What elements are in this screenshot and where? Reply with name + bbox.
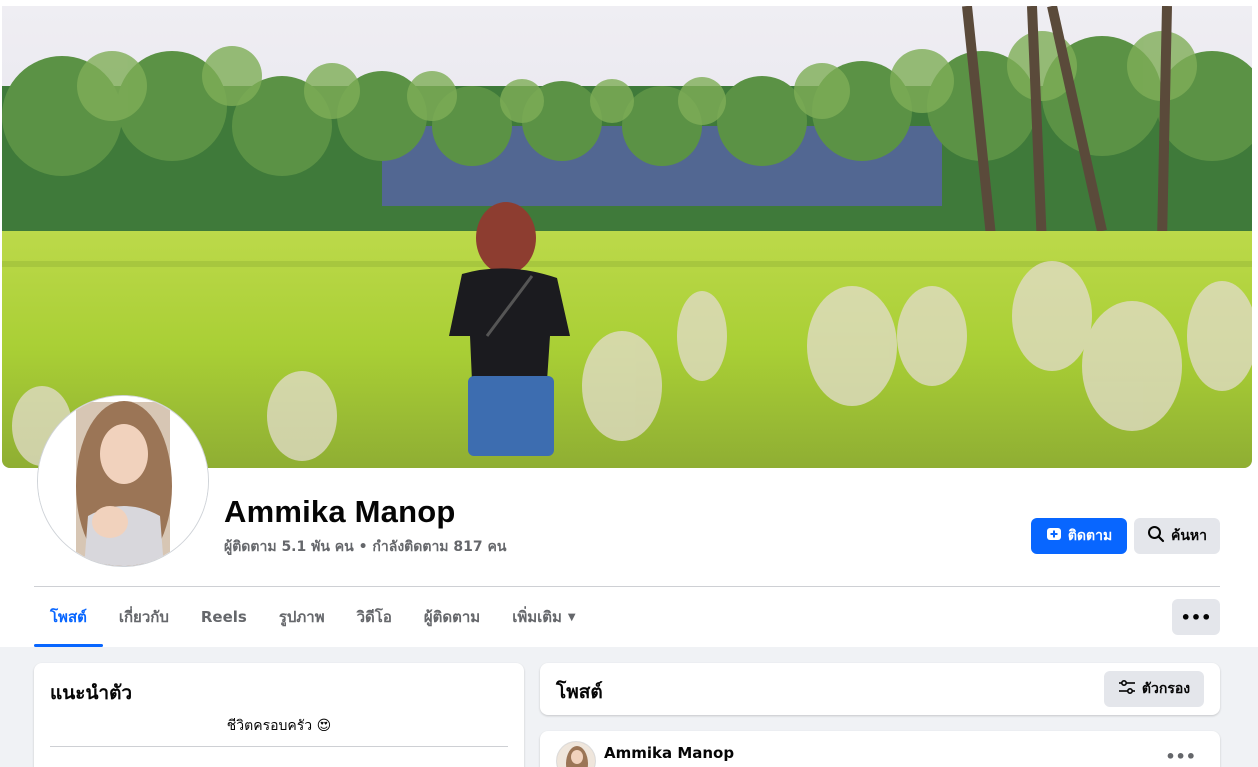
profile-follow-stats[interactable]: ผู้ติดตาม 5.1 พัน คน • กำลังติดตาม 817 ค… xyxy=(224,536,506,558)
more-options-button[interactable]: ••• xyxy=(1172,599,1220,635)
follow-button[interactable]: ติดตาม xyxy=(1031,518,1127,554)
profile-tabs: โพสต์ เกี่ยวกับ Reels รูปภาพ วิดีโอ ผู้ต… xyxy=(34,587,592,647)
follow-button-label: ติดตาม xyxy=(1067,528,1113,544)
tab-videos[interactable]: วิดีโอ xyxy=(341,587,408,647)
search-icon xyxy=(1147,525,1165,547)
follow-plus-icon xyxy=(1046,526,1062,546)
search-button-label: ค้นหา xyxy=(1170,528,1208,544)
tab-about[interactable]: เกี่ยวกับ xyxy=(103,587,185,647)
posts-title: โพสต์ xyxy=(556,681,603,703)
intro-card: แนะนำตัว ชีวิตครอบครัว 😍 xyxy=(34,663,524,767)
tab-posts[interactable]: โพสต์ xyxy=(34,587,103,647)
intro-bio: ชีวิตครอบครัว 😍 xyxy=(226,718,332,734)
search-button[interactable]: ค้นหา xyxy=(1134,518,1220,554)
profile-avatar[interactable] xyxy=(37,395,209,567)
cover-photo[interactable] xyxy=(2,6,1252,468)
tab-reels[interactable]: Reels xyxy=(185,587,263,647)
post-author-name[interactable]: Ammika Manop xyxy=(604,744,734,762)
post-more-icon[interactable]: ••• xyxy=(1165,747,1196,766)
intro-title: แนะนำตัว xyxy=(50,682,133,704)
more-dots-icon: ••• xyxy=(1180,607,1212,627)
post-author-avatar[interactable] xyxy=(556,741,596,767)
intro-divider xyxy=(50,746,508,747)
filter-button-label: ตัวกรอง xyxy=(1141,681,1191,697)
filter-button[interactable]: ตัวกรอง xyxy=(1104,671,1204,707)
tab-photos[interactable]: รูปภาพ xyxy=(263,587,341,647)
tab-followers[interactable]: ผู้ติดตาม xyxy=(408,587,496,647)
filter-sliders-icon xyxy=(1118,679,1136,699)
caret-down-icon: ▼ xyxy=(567,611,576,623)
tab-more[interactable]: เพิ่มเติม ▼ xyxy=(496,587,591,647)
posts-header-card: โพสต์ ตัวกรอง xyxy=(540,663,1220,715)
post-card: Ammika Manop ••• xyxy=(540,731,1220,767)
profile-name: Ammika Manop xyxy=(224,494,456,529)
